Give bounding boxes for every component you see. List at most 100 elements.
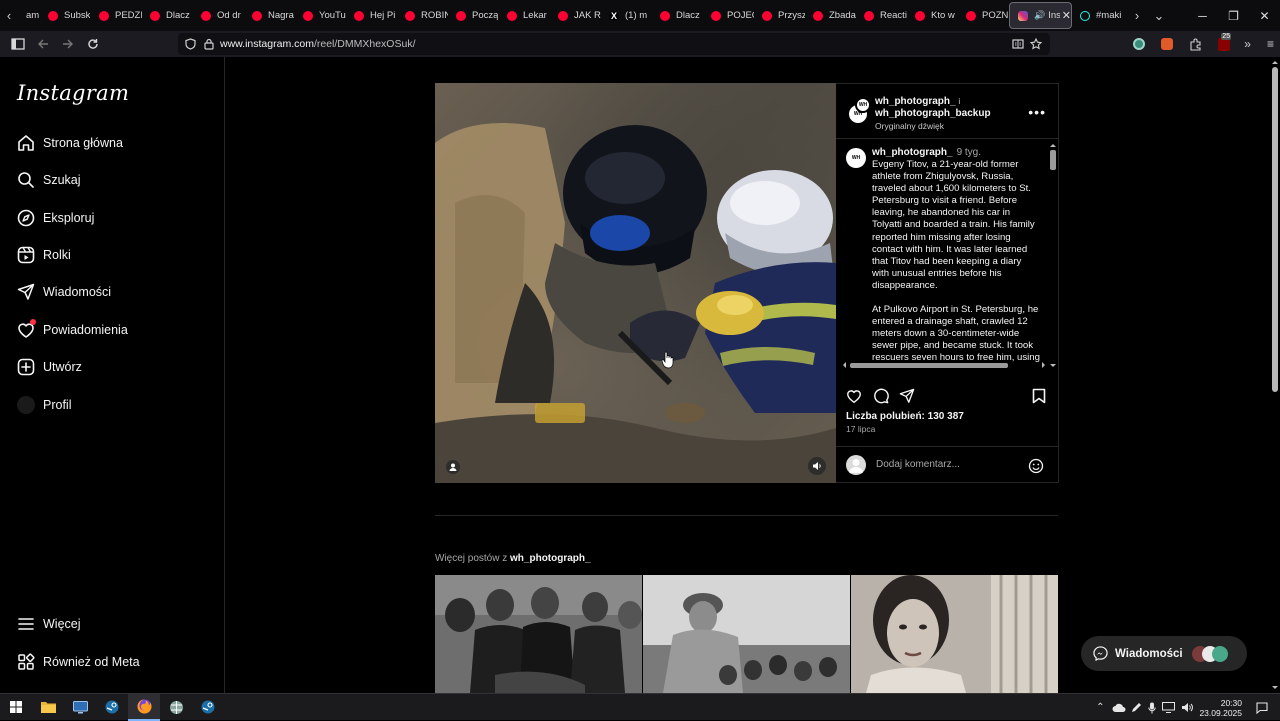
reel-video[interactable] [435, 83, 836, 483]
scroll-down-arrow-icon[interactable] [1048, 362, 1058, 370]
vpn-extension-icon[interactable] [1133, 38, 1146, 50]
browser-tab[interactable]: Kto w [907, 0, 958, 31]
messages-pill-button[interactable]: Wiadomości [1081, 636, 1247, 671]
like-heart-icon[interactable] [846, 388, 862, 404]
lock-icon[interactable] [204, 38, 214, 50]
tab-active-instagram[interactable]: 🔊 Insta ✕ [1009, 2, 1072, 29]
save-bookmark-icon[interactable] [1032, 388, 1046, 404]
taskbar-app-globe[interactable] [160, 694, 192, 721]
back-button[interactable] [31, 32, 55, 56]
bookmark-star-icon[interactable] [1030, 38, 1042, 50]
sidebar-toggle-button[interactable] [6, 32, 30, 56]
reload-button[interactable] [81, 32, 105, 56]
browser-tab[interactable]: YouTu [295, 0, 346, 31]
browser-tab[interactable]: ROBIN [397, 0, 448, 31]
tray-overflow-chevron-icon[interactable]: ⌃ [1096, 702, 1104, 713]
system-clock[interactable]: 20:30 23.09.2025 [1199, 698, 1242, 718]
browser-tab[interactable]: am [18, 0, 40, 31]
sidebar-item-profile[interactable]: Profil [16, 392, 206, 418]
sidebar-item-notifications[interactable]: Powiadomienia [16, 317, 206, 343]
url-text[interactable]: www.instagram.com/reel/DMMXhexOSuk/ [220, 38, 415, 50]
post-thumbnail[interactable] [643, 575, 850, 693]
start-button[interactable] [0, 694, 32, 721]
microphone-icon[interactable] [1148, 702, 1157, 714]
url-bar[interactable]: www.instagram.com/reel/DMMXhexOSuk/ [178, 33, 1050, 55]
ublock-extension-icon[interactable]: 25 [1218, 32, 1232, 51]
app-menu-button[interactable]: ≡ [1267, 37, 1274, 51]
browser-tab[interactable]: Hej Pi [346, 0, 397, 31]
shield-icon[interactable] [185, 38, 196, 50]
sidebar-item-also-from-meta[interactable]: Również od Meta [16, 649, 206, 675]
list-all-tabs-button[interactable]: ⌄ [1150, 0, 1168, 31]
caption-author-link[interactable]: wh_photograph_ [872, 147, 953, 158]
taskbar-firefox[interactable] [128, 693, 160, 721]
sidebar-item-more[interactable]: Więcej [16, 611, 206, 637]
notification-center-icon[interactable] [1256, 701, 1268, 714]
browser-tab[interactable]: POJEC [703, 0, 754, 31]
browser-tab[interactable]: Począ [448, 0, 499, 31]
browser-tab[interactable]: POZN [958, 0, 1009, 31]
avatar[interactable]: WH [855, 97, 871, 113]
sidebar-item-explore[interactable]: Eksploruj [16, 205, 206, 231]
browser-tab[interactable]: Od dr [193, 0, 244, 31]
caption-scrollbar[interactable] [1048, 140, 1058, 368]
page-scrollbar[interactable] [1270, 57, 1280, 693]
scroll-up-arrow-icon[interactable] [1048, 141, 1058, 149]
taskbar-app-monitor[interactable] [64, 694, 96, 721]
sidebar-item-home[interactable]: Strona główna [16, 130, 206, 156]
onedrive-cloud-icon[interactable] [1112, 703, 1126, 713]
scroll-right-arrow-icon[interactable] [1040, 360, 1048, 370]
browser-tab[interactable]: X (1) m [601, 0, 652, 31]
scrollbar-thumb[interactable] [1050, 150, 1056, 170]
audio-link[interactable]: Oryginalny dźwięk [875, 120, 991, 132]
tab-tiktok[interactable]: #maki [1072, 0, 1124, 31]
caption-horizontal-scrollbar[interactable] [840, 360, 1048, 370]
browser-tab[interactable]: Lekar [499, 0, 550, 31]
tab-scroll-left-button[interactable]: ‹ [0, 0, 18, 31]
restore-button[interactable]: ❐ [1218, 0, 1249, 31]
tab-scroll-right-button[interactable]: › [1128, 0, 1146, 31]
sidebar-item-messages[interactable]: Wiadomości [16, 279, 206, 305]
sidebar-item-reels[interactable]: Rolki [16, 242, 206, 268]
sidebar-item-create[interactable]: Utwórz [16, 354, 206, 380]
more-options-icon[interactable]: ••• [1028, 104, 1046, 120]
scroll-left-arrow-icon[interactable] [840, 360, 848, 370]
browser-tab[interactable]: Reacti [856, 0, 907, 31]
browser-tab[interactable]: Zbada [805, 0, 856, 31]
close-window-button[interactable]: ✕ [1249, 0, 1280, 31]
avatar[interactable]: WH [846, 148, 866, 168]
reader-view-icon[interactable] [1012, 38, 1024, 50]
taskbar-steam[interactable] [96, 694, 128, 721]
overflow-menu-button[interactable]: » [1244, 37, 1251, 51]
taskbar-file-explorer[interactable] [32, 694, 64, 721]
browser-tab[interactable]: Nagra [244, 0, 295, 31]
scrollbar-thumb[interactable] [1272, 67, 1278, 392]
fox-extension-icon[interactable] [1161, 38, 1174, 50]
author-link[interactable]: wh_photograph_backup [875, 108, 991, 119]
more-posts-user-link[interactable]: wh_photograph_ [510, 553, 591, 564]
extensions-puzzle-icon[interactable] [1189, 38, 1202, 51]
minimize-button[interactable]: ─ [1187, 0, 1218, 31]
scroll-down-arrow-icon[interactable] [1270, 684, 1280, 692]
like-count[interactable]: Liczba polubień: 130 387 [846, 411, 964, 422]
browser-tab[interactable]: JAK R [550, 0, 601, 31]
post-thumbnail[interactable] [851, 575, 1058, 693]
taskbar-steam-2[interactable] [192, 694, 224, 721]
emoji-icon[interactable] [1028, 458, 1044, 474]
instagram-logo[interactable]: Instagram [17, 81, 129, 105]
speaker-icon[interactable] [1181, 702, 1194, 713]
author-link[interactable]: wh_photograph_ [875, 96, 956, 107]
scroll-up-arrow-icon[interactable] [1270, 58, 1280, 66]
sidebar-item-search[interactable]: Szukaj [16, 167, 206, 193]
forward-button[interactable] [56, 32, 80, 56]
comment-input[interactable]: Dodaj komentarz... [876, 459, 960, 470]
browser-tab[interactable]: Dlacz [652, 0, 703, 31]
browser-tab[interactable]: Subsk [40, 0, 91, 31]
browser-tab[interactable]: PEDZI [91, 0, 142, 31]
browser-tab[interactable]: Przysz [754, 0, 805, 31]
post-thumbnail[interactable] [435, 575, 642, 693]
close-tab-icon[interactable]: ✕ [1062, 9, 1071, 22]
browser-tab[interactable]: Dlacz [142, 0, 193, 31]
mute-button[interactable] [808, 457, 826, 475]
tagged-user-button[interactable] [446, 460, 460, 474]
